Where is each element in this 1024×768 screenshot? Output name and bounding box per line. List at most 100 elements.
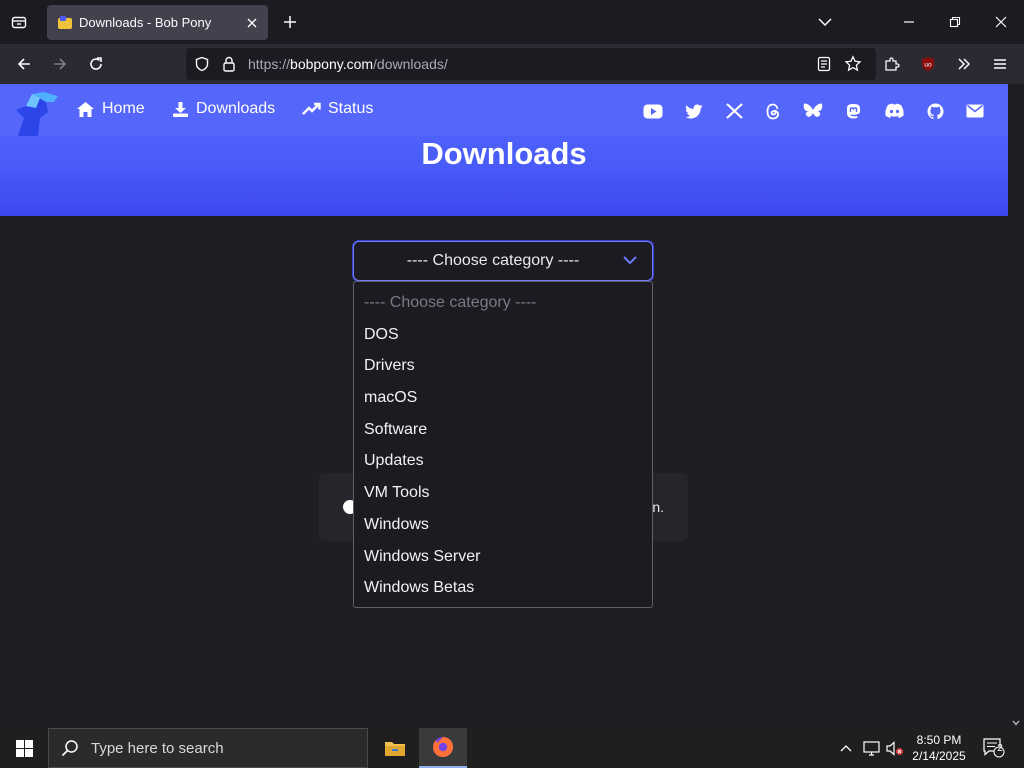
- x-link[interactable]: [723, 100, 745, 122]
- ublock-icon: uo: [922, 57, 934, 71]
- category-dropdown-list: ---- Choose category ---- DOS Drivers ma…: [353, 281, 653, 608]
- close-icon: [247, 18, 257, 27]
- clock-time: 8:50 PM: [916, 733, 962, 747]
- home-icon: [77, 101, 94, 117]
- reload-button[interactable]: [82, 50, 110, 78]
- file-explorer-app[interactable]: [371, 728, 419, 768]
- app-menu-button[interactable]: [986, 50, 1014, 78]
- lock-icon[interactable]: [222, 56, 236, 72]
- folder-icon: [385, 742, 405, 756]
- address-bar[interactable]: https://bobpony.com/downloads/: [186, 48, 876, 80]
- bluesky-link[interactable]: [802, 100, 824, 122]
- category-option-windows-server[interactable]: Windows Server: [354, 541, 652, 573]
- nav-status-link[interactable]: Status: [302, 100, 373, 118]
- back-button[interactable]: [10, 50, 38, 78]
- web-page: Home Downloads Status Downloads ---- Cho…: [0, 84, 1008, 728]
- close-tab-button[interactable]: [240, 11, 264, 35]
- category-select-value: ---- Choose category ----: [406, 252, 580, 269]
- category-select[interactable]: ---- Choose category ----: [353, 241, 653, 281]
- search-icon: [61, 740, 78, 757]
- category-option-drivers[interactable]: Drivers: [354, 350, 652, 382]
- category-option-software[interactable]: Software: [354, 414, 652, 446]
- taskbar-search-box[interactable]: Type here to search: [48, 728, 368, 768]
- restore-icon: [949, 16, 961, 28]
- bookmark-star-icon[interactable]: [844, 55, 862, 73]
- minimize-button[interactable]: [895, 8, 923, 36]
- navigation-toolbar: https://bobpony.com/downloads/ uo: [0, 44, 1024, 84]
- info-alert-text: n.: [652, 499, 664, 515]
- svg-text:uo: uo: [924, 62, 932, 69]
- nav-downloads-label: Downloads: [196, 100, 276, 117]
- windows-taskbar: Type here to search 8:50 PM 2/14/2025 2: [0, 728, 1024, 768]
- url-text: https://bobpony.com/downloads/: [248, 56, 448, 72]
- chevron-double-right-icon: [958, 58, 971, 70]
- more-tools-button[interactable]: [950, 50, 978, 78]
- page-scrollbar[interactable]: [1008, 84, 1024, 728]
- discord-icon: [884, 103, 904, 118]
- url-host: bobpony.com: [290, 56, 374, 72]
- extensions-button[interactable]: [878, 50, 906, 78]
- forward-button[interactable]: [46, 50, 74, 78]
- mastodon-link[interactable]: [842, 100, 864, 122]
- tab-overflow-button[interactable]: [811, 8, 839, 36]
- network-monitor-icon: [862, 740, 880, 756]
- windows-logo-icon: [15, 739, 33, 757]
- url-prefix: https://: [248, 56, 291, 72]
- plus-icon: [284, 16, 296, 28]
- category-option-windows-betas[interactable]: Windows Betas: [354, 572, 652, 604]
- firefox-app[interactable]: [419, 728, 467, 768]
- url-path: /downloads/: [373, 56, 448, 72]
- github-link[interactable]: [924, 100, 946, 122]
- youtube-link[interactable]: [642, 100, 664, 122]
- close-icon: [995, 16, 1007, 28]
- threads-link[interactable]: [762, 100, 784, 122]
- discord-link[interactable]: [883, 100, 905, 122]
- category-option-windows[interactable]: Windows: [354, 509, 652, 541]
- arrow-left-icon: [17, 58, 30, 70]
- hero-banner: Home Downloads Status Downloads: [0, 84, 1008, 216]
- system-clock[interactable]: 8:50 PM 2/14/2025: [900, 732, 978, 764]
- action-center-button[interactable]: 2: [980, 728, 1008, 768]
- twitter-icon: [685, 103, 703, 118]
- chevron-up-icon: [840, 745, 852, 752]
- email-link[interactable]: [964, 100, 986, 122]
- github-icon: [927, 103, 943, 119]
- notification-count: 2: [997, 743, 1003, 754]
- shield-icon[interactable]: [194, 56, 210, 72]
- hamburger-menu-icon: [994, 59, 1006, 69]
- network-status[interactable]: [860, 728, 882, 768]
- ublock-origin-button[interactable]: uo: [914, 50, 942, 78]
- nav-home-label: Home: [102, 100, 145, 117]
- bobpony-logo-icon[interactable]: [10, 88, 62, 138]
- x-logo-icon: [725, 103, 743, 119]
- reader-view-icon[interactable]: [817, 56, 831, 72]
- tab-downloads[interactable]: Downloads - Bob Pony: [47, 5, 268, 40]
- new-tab-button[interactable]: [278, 10, 302, 34]
- arrow-right-icon: [54, 58, 67, 70]
- category-option-dos[interactable]: DOS: [354, 319, 652, 351]
- twitter-link[interactable]: [683, 100, 705, 122]
- scroll-down-arrow-icon[interactable]: [1012, 720, 1020, 726]
- browser-tab-strip: Downloads - Bob Pony: [0, 0, 1024, 44]
- page-title: Downloads: [421, 136, 587, 171]
- start-button[interactable]: [0, 728, 48, 768]
- bluesky-butterfly-icon: [803, 103, 823, 117]
- youtube-icon: [643, 104, 663, 118]
- minimize-icon: [904, 21, 914, 23]
- list-all-tabs-button[interactable]: [6, 10, 32, 34]
- site-navbar: Home Downloads Status: [0, 84, 1008, 136]
- close-window-button[interactable]: [987, 8, 1015, 36]
- nav-downloads-link[interactable]: Downloads: [172, 100, 275, 118]
- restore-button[interactable]: [941, 8, 969, 36]
- tab-list-icon: [11, 16, 27, 29]
- nav-home-link[interactable]: Home: [76, 100, 145, 118]
- reload-icon: [90, 57, 102, 70]
- category-option-vm-tools[interactable]: VM Tools: [354, 477, 652, 509]
- category-option-updates[interactable]: Updates: [354, 445, 652, 477]
- puzzle-piece-icon: [885, 57, 900, 71]
- category-option-macos[interactable]: macOS: [354, 382, 652, 414]
- chevron-down-icon: [623, 256, 637, 265]
- show-hidden-icons-button[interactable]: [836, 728, 856, 768]
- threads-icon: [766, 103, 779, 119]
- category-option-placeholder[interactable]: ---- Choose category ----: [354, 287, 652, 319]
